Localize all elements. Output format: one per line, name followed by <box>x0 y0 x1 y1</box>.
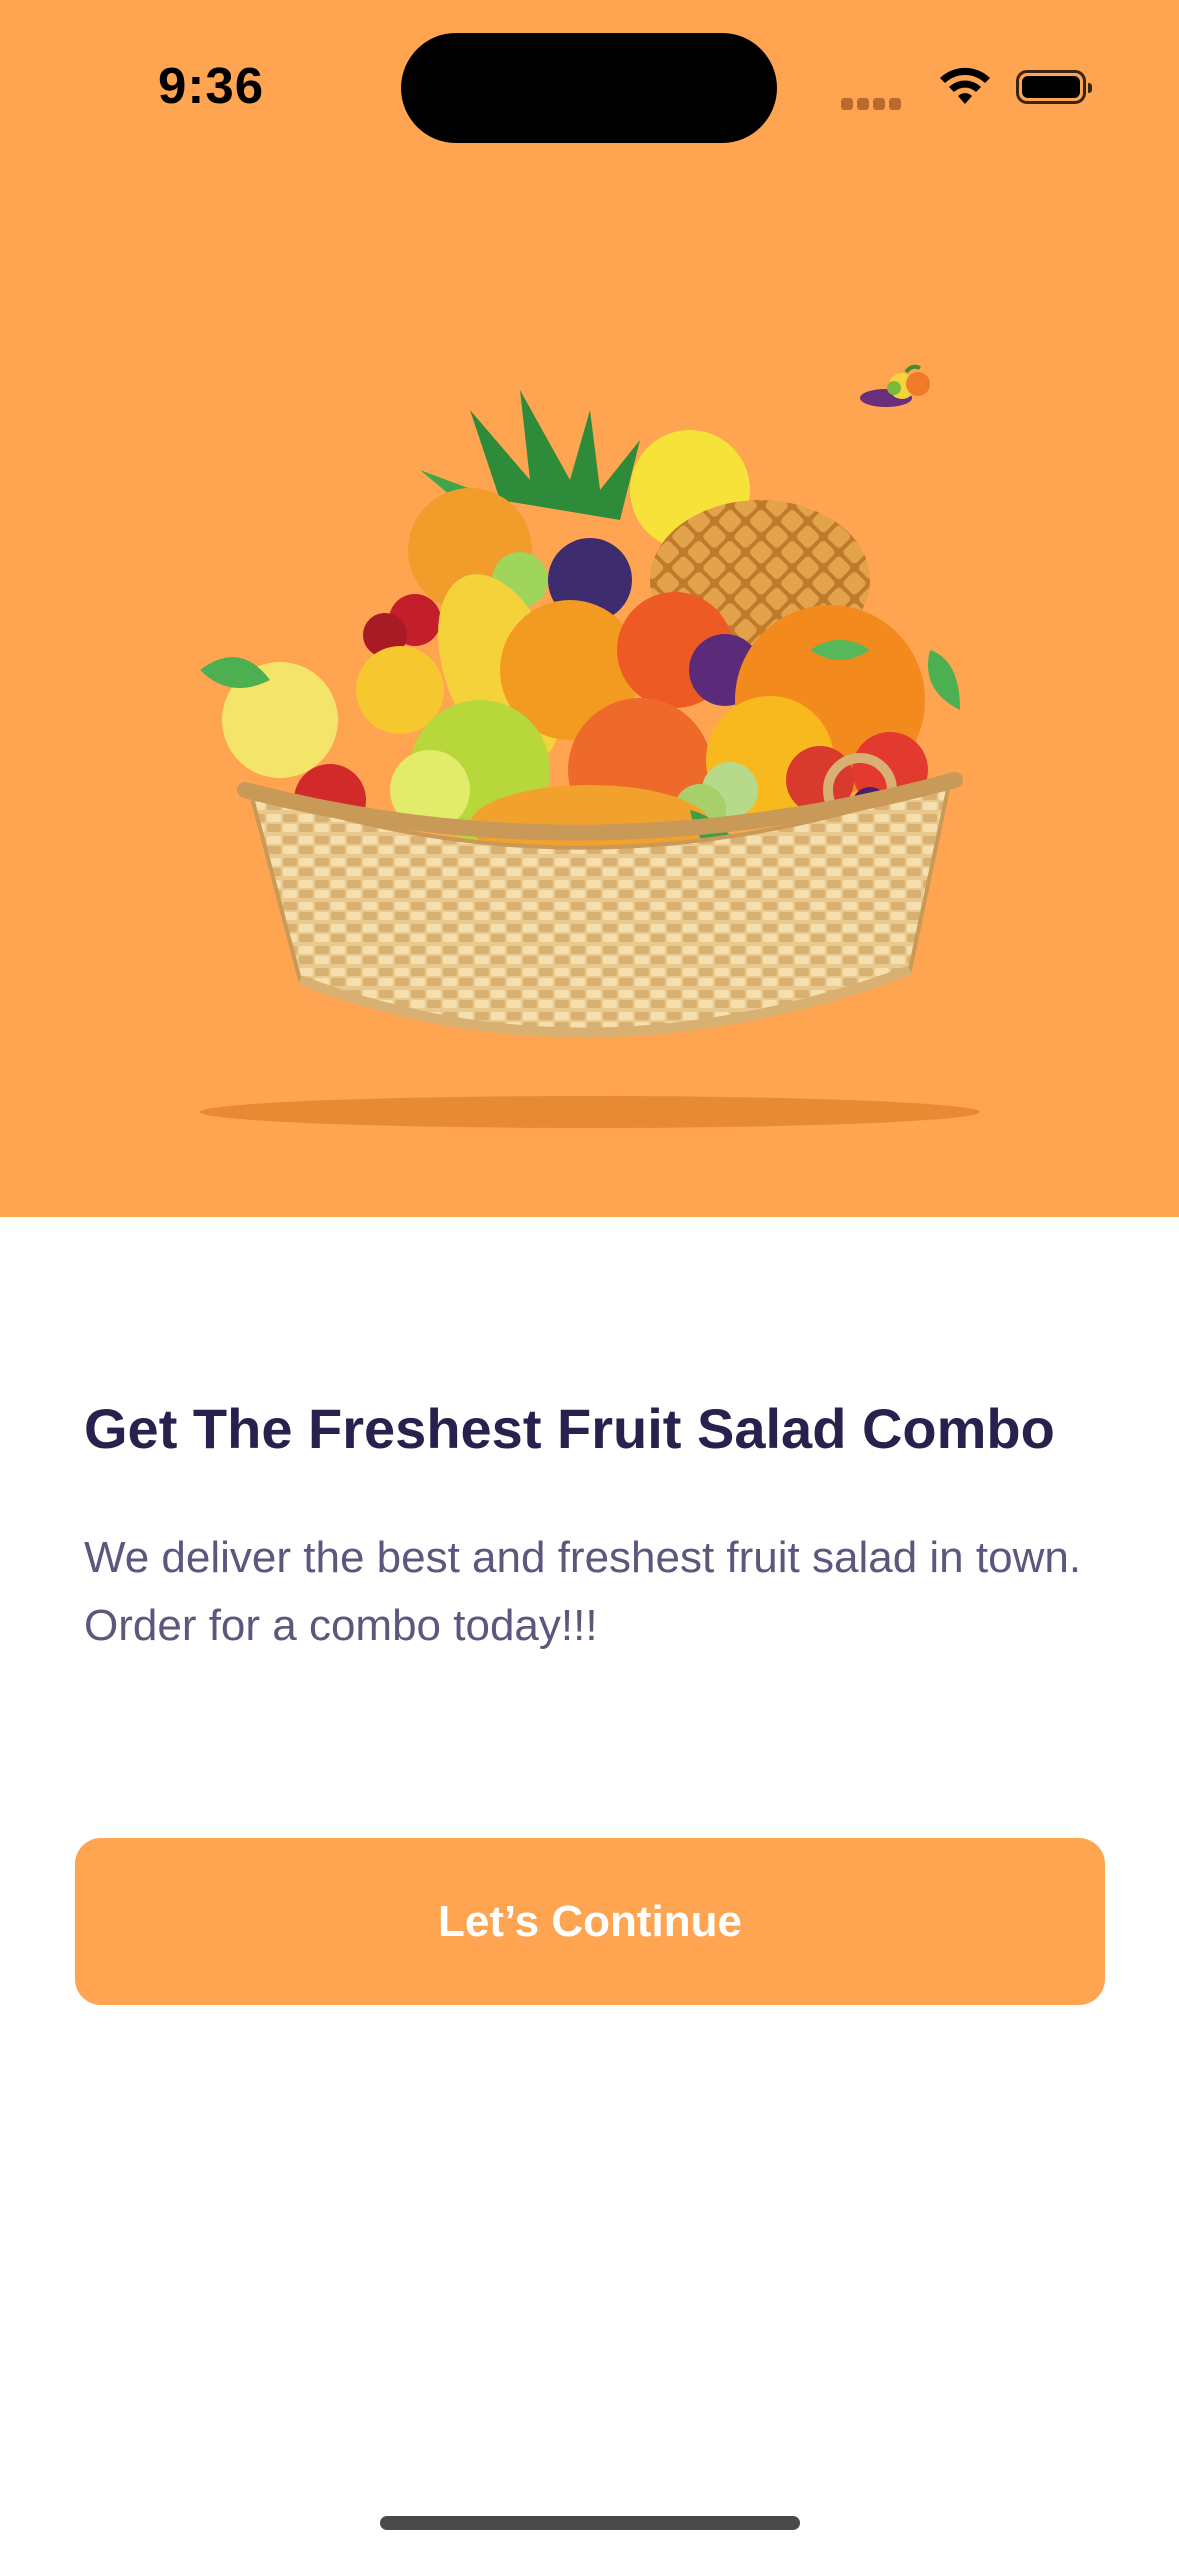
page-description: We deliver the best and freshest fruit s… <box>84 1524 1084 1660</box>
continue-button[interactable]: Let’s Continue <box>75 1838 1105 2005</box>
home-indicator[interactable] <box>380 2516 800 2530</box>
status-icons <box>841 60 1092 120</box>
description-line-2: Order for a combo today!!! <box>84 1601 598 1650</box>
cellular-signal-icon <box>841 98 901 110</box>
page-title: Get The Freshest Fruit Salad Combo <box>84 1397 1055 1460</box>
hero-banner: 9:36 <box>0 0 1179 1217</box>
wifi-icon <box>940 67 990 104</box>
description-line-1: We deliver the best and freshest fruit s… <box>84 1533 1082 1582</box>
fruit-basket-illustration <box>200 390 980 1128</box>
status-time: 9:36 <box>158 57 265 114</box>
dynamic-island <box>401 33 777 143</box>
battery-icon <box>1016 70 1092 104</box>
